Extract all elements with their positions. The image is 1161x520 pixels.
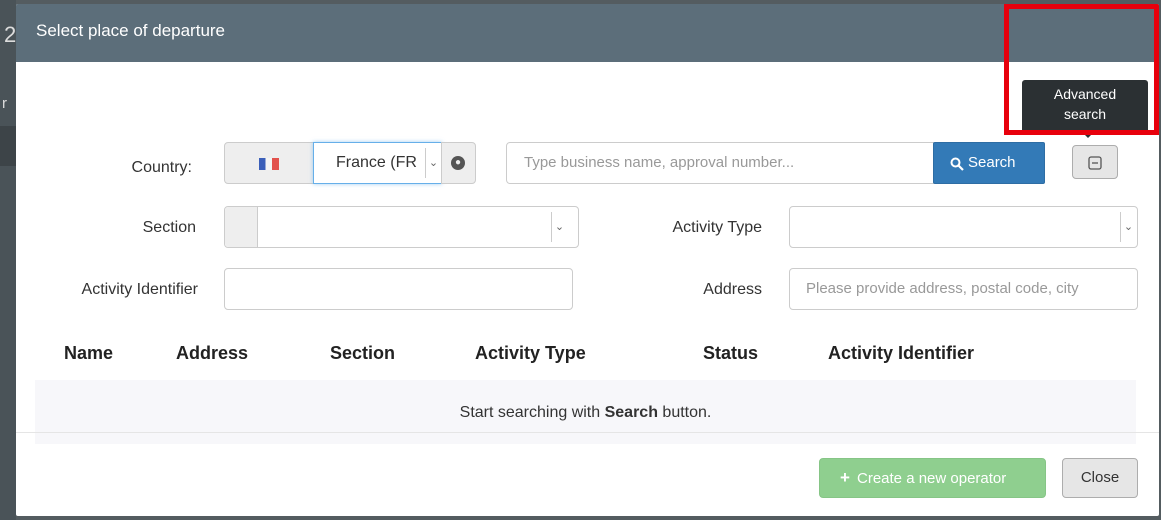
chevron-down-icon: ⌄ bbox=[425, 148, 441, 178]
create-operator-button[interactable]: + Create a new operator bbox=[819, 458, 1046, 498]
country-label: Country: bbox=[131, 159, 192, 176]
section-label: Section bbox=[142, 219, 196, 236]
search-icon bbox=[950, 157, 964, 171]
country-select-value: France (FR bbox=[336, 154, 417, 171]
search-input[interactable]: Type business name, approval number... bbox=[506, 142, 934, 184]
country-flag-addon bbox=[224, 142, 314, 184]
activity-identifier-input[interactable] bbox=[224, 268, 573, 310]
empty-results-text-end: button. bbox=[657, 404, 712, 421]
collapse-square-icon bbox=[1088, 156, 1102, 170]
activity-type-select[interactable]: ⌄ bbox=[789, 206, 1138, 248]
section-select[interactable]: ⌄ bbox=[224, 206, 579, 248]
column-header-section: Section bbox=[330, 343, 396, 363]
create-operator-label: Create a new operator bbox=[857, 470, 1007, 487]
search-button-label: Search bbox=[968, 154, 1016, 171]
background-text-fragment: r bbox=[2, 95, 7, 112]
modal-title: Select place of departure bbox=[36, 21, 226, 40]
empty-results-text: Start searching with bbox=[459, 404, 605, 421]
close-button[interactable]: Close bbox=[1062, 458, 1138, 498]
annotation-highlight-box bbox=[1004, 4, 1159, 135]
column-header-activity-type: Activity Type bbox=[475, 343, 586, 363]
address-input-placeholder: Please provide address, postal code, cit… bbox=[806, 280, 1079, 297]
close-button-label: Close bbox=[1080, 469, 1120, 486]
activity-identifier-label: Activity Identifier bbox=[81, 281, 198, 298]
advanced-search-button[interactable] bbox=[1072, 145, 1118, 179]
globe-icon: ● bbox=[451, 156, 465, 170]
empty-results-message: Start searching with Search button. bbox=[35, 404, 1136, 422]
chevron-down-icon: ⌄ bbox=[551, 212, 567, 242]
column-header-status: Status bbox=[703, 343, 759, 363]
address-input[interactable]: Please provide address, postal code, cit… bbox=[789, 268, 1138, 310]
background-page: 2 r bbox=[0, 0, 16, 520]
activity-type-label: Activity Type bbox=[672, 219, 762, 236]
section-select-addon bbox=[225, 207, 258, 247]
modal-body: Country: France (FR ⌄ ● Type business na… bbox=[16, 62, 1159, 444]
plus-icon: + bbox=[840, 468, 850, 487]
chevron-down-icon: ⌄ bbox=[1120, 212, 1136, 242]
empty-results-bold: Search bbox=[604, 404, 658, 421]
background-band bbox=[0, 126, 16, 166]
background-text-fragment: 2 bbox=[4, 22, 17, 47]
column-header-name: Name bbox=[64, 343, 114, 363]
globe-addon[interactable]: ● bbox=[441, 142, 476, 184]
country-select[interactable]: France (FR ⌄ bbox=[313, 142, 442, 184]
column-header-activity-identifier: Activity Identifier bbox=[828, 343, 975, 363]
france-flag-icon bbox=[259, 158, 279, 170]
column-header-address: Address bbox=[176, 343, 249, 363]
search-input-placeholder: Type business name, approval number... bbox=[524, 154, 795, 171]
select-departure-modal: Select place of departure Country: Franc… bbox=[16, 4, 1159, 516]
modal-header: Select place of departure bbox=[16, 4, 1159, 62]
search-button[interactable]: Search bbox=[933, 142, 1045, 184]
address-label: Address bbox=[703, 281, 762, 298]
